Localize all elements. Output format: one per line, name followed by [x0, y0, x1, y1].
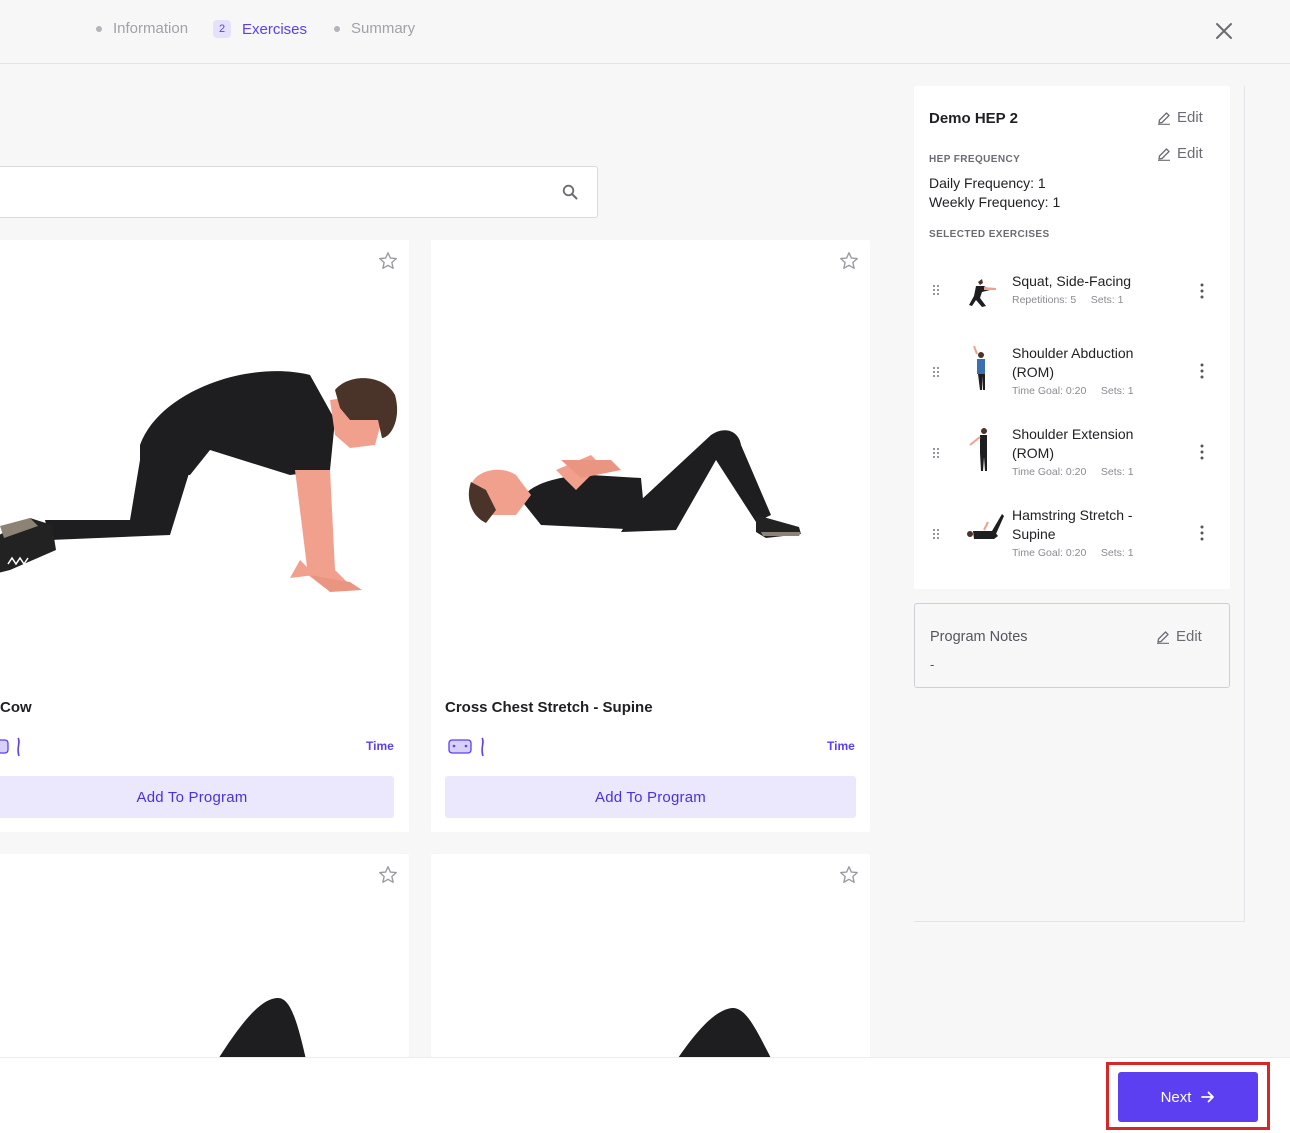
- exercise-thumbnail: [969, 279, 996, 307]
- program-title: Demo HEP 2: [929, 110, 1018, 127]
- add-to-program-button[interactable]: Add To Program: [0, 776, 394, 818]
- exercise-name: Squat, Side-Facing: [1012, 273, 1132, 289]
- step-label: Summary: [351, 20, 416, 37]
- favorite-star-icon[interactable]: [838, 250, 860, 272]
- edit-label: Edit: [1177, 145, 1203, 162]
- exercise-meta: Repetitions: 5 Sets: 1: [1012, 294, 1124, 306]
- card-title: Cross Chest Stretch - Supine: [445, 699, 653, 716]
- exercise-name: Shoulder Extension (ROM): [1012, 426, 1134, 461]
- step-number-badge: 2: [213, 20, 231, 38]
- exercise-name: Hamstring Stretch - Supine: [1012, 507, 1133, 542]
- edit-notes-button[interactable]: Edit: [1156, 628, 1202, 645]
- edit-label: Edit: [1176, 628, 1202, 645]
- footer-bar: [0, 1057, 1290, 1133]
- exercise-thumbnail: [969, 428, 987, 471]
- add-to-program-button[interactable]: Add To Program: [445, 776, 856, 818]
- equipment-icons: [448, 737, 484, 757]
- exercise-meta: Time Goal: 0:20 Sets: 1: [1012, 466, 1134, 478]
- pencil-icon: [1157, 630, 1169, 644]
- cat-cow-illustration: [0, 371, 398, 592]
- step-label: Information: [113, 20, 189, 37]
- program-notes-title: Program Notes: [930, 629, 1028, 645]
- exercise-card: [0, 854, 409, 1064]
- program-notes-value: -: [930, 657, 935, 672]
- more-options-icon[interactable]: [1196, 282, 1208, 300]
- time-label: Time: [366, 739, 394, 753]
- edit-program-title-button[interactable]: Edit: [1157, 109, 1203, 126]
- edit-frequency-button[interactable]: Edit: [1157, 145, 1203, 162]
- exercise-card: t-Cow Time Add To Program: [0, 240, 409, 832]
- step-information[interactable]: Information: [96, 20, 188, 37]
- equipment-icons: [0, 737, 20, 757]
- selected-exercises-heading: SELECTED EXERCISES: [929, 229, 1050, 240]
- pencil-icon: [1158, 147, 1170, 161]
- next-button[interactable]: Next: [1118, 1072, 1258, 1122]
- cross-chest-stretch-illustration: [468, 430, 801, 538]
- favorite-star-icon[interactable]: [838, 864, 860, 886]
- exercise-card: Cross Chest Stretch - Supine Time Add To…: [431, 240, 870, 832]
- exercise-search-box: [0, 166, 598, 218]
- close-icon[interactable]: [1212, 19, 1236, 43]
- hep-frequency-heading: HEP FREQUENCY: [929, 154, 1021, 165]
- exercise-name: Shoulder Abduction (ROM): [1012, 345, 1134, 380]
- next-label: Next: [1160, 1088, 1192, 1106]
- program-notes-box: Program Notes Edit -: [914, 603, 1230, 688]
- drag-handle-icon[interactable]: [932, 528, 940, 540]
- step-summary[interactable]: Summary: [334, 20, 415, 37]
- selected-exercise-item[interactable]: Shoulder Extension (ROM) Time Goal: 0:20…: [914, 425, 1230, 497]
- top-bar: Information 2 Exercises Summary: [0, 0, 1290, 64]
- exercise-card: [431, 854, 870, 1064]
- time-label: Time: [827, 739, 855, 753]
- selected-exercise-item[interactable]: Shoulder Abduction (ROM) Time Goal: 0:20…: [914, 344, 1230, 416]
- exercise-meta: Time Goal: 0:20 Sets: 1: [1012, 385, 1134, 397]
- card-title: t-Cow: [0, 699, 32, 716]
- favorite-star-icon[interactable]: [377, 250, 399, 272]
- daily-frequency: Daily Frequency: 1: [929, 175, 1046, 191]
- arrow-right-icon: [1201, 1091, 1215, 1103]
- selected-exercise-item[interactable]: Hamstring Stretch - Supine Time Goal: 0:…: [914, 506, 1230, 578]
- exercise-thumbnail: [967, 514, 1004, 539]
- pencil-icon: [1158, 111, 1170, 125]
- more-options-icon[interactable]: [1196, 443, 1208, 461]
- drag-handle-icon[interactable]: [932, 447, 940, 459]
- weekly-frequency: Weekly Frequency: 1: [929, 194, 1061, 210]
- step-dot: [334, 25, 340, 32]
- selected-exercise-item[interactable]: Squat, Side-Facing Repetitions: 5 Sets: …: [914, 272, 1230, 332]
- drag-handle-icon[interactable]: [932, 366, 940, 378]
- favorite-star-icon[interactable]: [377, 864, 399, 886]
- more-options-icon[interactable]: [1196, 362, 1208, 380]
- exercise-meta: Time Goal: 0:20 Sets: 1: [1012, 547, 1134, 559]
- exercise-illustration: [674, 1007, 774, 1064]
- program-summary-panel: Demo HEP 2 Edit HEP FREQUENCY Edit Daily…: [914, 86, 1230, 589]
- more-options-icon[interactable]: [1196, 524, 1208, 542]
- exercise-illustration: [215, 997, 307, 1064]
- search-input[interactable]: [9, 177, 529, 207]
- step-label: Exercises: [242, 20, 308, 38]
- exercise-thumbnail: [973, 345, 985, 390]
- drag-handle-icon[interactable]: [932, 284, 940, 296]
- step-exercises[interactable]: 2 Exercises: [213, 20, 307, 38]
- search-icon[interactable]: [561, 183, 579, 201]
- step-dot: [96, 25, 102, 32]
- edit-label: Edit: [1177, 109, 1203, 126]
